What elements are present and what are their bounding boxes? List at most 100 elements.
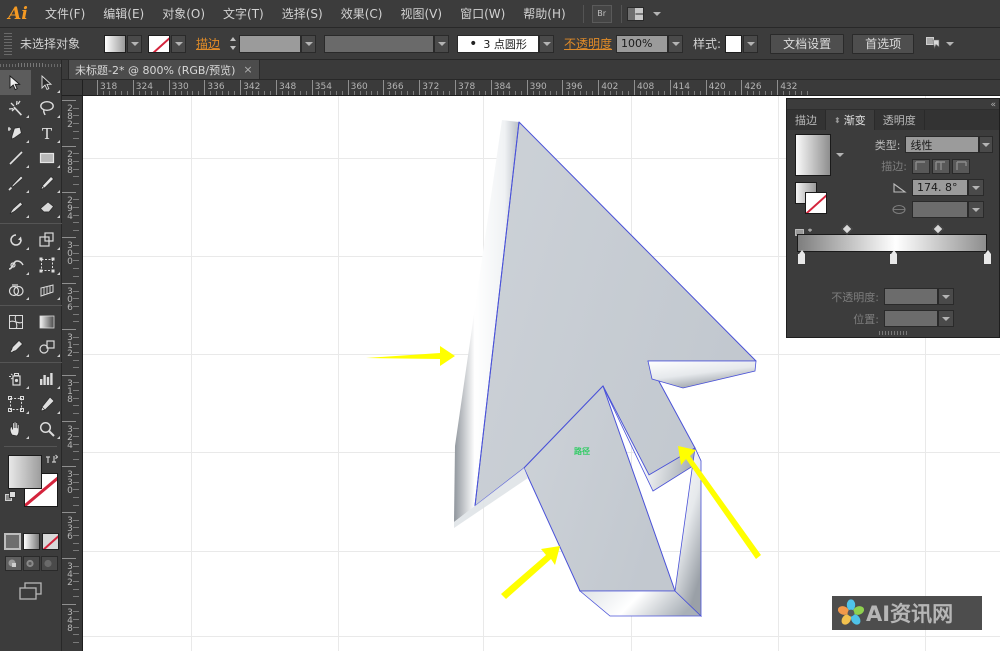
mesh-tool[interactable] [0, 309, 31, 334]
vertical-ruler[interactable]: 282 288 294 300 306 312 318 324 330 336 342 348 [62, 96, 83, 651]
stop-opacity-field[interactable] [884, 288, 938, 305]
arrange-dropdown-caret-icon[interactable] [652, 11, 661, 16]
perspective-grid-tool[interactable] [31, 277, 62, 302]
graphic-style-swatch[interactable] [725, 34, 743, 53]
slice-tool[interactable] [31, 391, 62, 416]
gradient-mode-button[interactable] [22, 533, 40, 550]
free-transform-tool[interactable] [31, 252, 62, 277]
menu-effect[interactable]: 效果(C) [332, 2, 392, 25]
collapse-to-icons-icon[interactable]: « [990, 100, 996, 110]
fill-swatch[interactable] [104, 34, 127, 53]
menu-window[interactable]: 窗口(W) [451, 2, 514, 25]
select-similar-objects-icon[interactable] [926, 35, 942, 52]
none-mode-button[interactable] [41, 533, 59, 550]
brush-definition-field[interactable]: • 3 点圆形 [457, 34, 540, 53]
ruler-corner[interactable] [62, 80, 83, 96]
stroke-swatch[interactable] [148, 34, 171, 53]
menu-type[interactable]: 文字(T) [214, 2, 273, 25]
zoom-tool[interactable] [31, 416, 62, 441]
symbol-sprayer-tool[interactable] [0, 366, 31, 391]
horizontal-ruler[interactable]: 318 324 330 336 342 348 354 360 366 372 378 384 390 3… [83, 80, 1000, 96]
panel-resize-grip[interactable] [787, 331, 999, 335]
full-screen-with-menu-button[interactable] [22, 556, 40, 571]
artboard-tool[interactable] [0, 391, 31, 416]
hand-tool[interactable] [0, 416, 31, 441]
panel-stroke-box[interactable] [805, 192, 827, 214]
selection-tool[interactable] [0, 70, 31, 95]
fill-color-box[interactable] [8, 455, 42, 489]
gradient-type-field[interactable]: 线性 [905, 136, 979, 153]
default-fill-stroke-icon[interactable] [5, 491, 18, 507]
paintbrush-tool[interactable] [0, 170, 31, 195]
arrange-documents-icon[interactable] [626, 5, 646, 23]
normal-screen-mode-button[interactable] [4, 556, 22, 571]
menu-file[interactable]: 文件(F) [36, 2, 94, 25]
pen-tool[interactable] [0, 120, 31, 145]
gradient-angle-dropdown[interactable] [968, 179, 984, 196]
gradient-tool[interactable] [31, 309, 62, 334]
menu-select[interactable]: 选择(S) [273, 2, 332, 25]
gradient-midpoint-2[interactable] [932, 223, 944, 235]
rectangle-tool[interactable] [31, 145, 62, 170]
bridge-icon[interactable]: Br [591, 4, 612, 23]
stroke-weight-stepper[interactable] [228, 35, 238, 53]
width-tool[interactable] [0, 252, 31, 277]
scale-tool[interactable] [31, 227, 62, 252]
control-bar-grip[interactable] [4, 32, 12, 55]
gradient-type-dropdown[interactable] [978, 136, 993, 153]
pencil-tool[interactable] [31, 170, 62, 195]
stroke-weight-label[interactable]: 描边 [196, 35, 220, 52]
fill-swatch-dropdown[interactable] [127, 34, 143, 53]
direct-selection-tool[interactable] [31, 70, 62, 95]
document-tab[interactable]: 未标题-2* @ 800% (RGB/预览) × [68, 59, 260, 79]
stepper-up-icon[interactable] [230, 37, 237, 41]
document-setup-button[interactable]: 文档设置 [770, 33, 845, 54]
stroke-weight-field[interactable] [239, 34, 302, 53]
stroke-swatch-dropdown[interactable] [171, 34, 187, 53]
color-mode-button[interactable] [3, 533, 21, 550]
type-tool[interactable]: T [31, 120, 62, 145]
blend-tool[interactable] [31, 334, 62, 359]
panel-tab-gradient[interactable]: ⬍ 渐变 [826, 110, 875, 130]
blob-brush-tool[interactable] [0, 195, 31, 220]
opacity-dropdown[interactable] [668, 34, 684, 53]
rotate-tool[interactable] [0, 227, 31, 252]
preferences-button[interactable]: 首选项 [852, 33, 915, 54]
stepper-down-icon[interactable] [230, 46, 237, 50]
gradient-preview-dropdown-icon[interactable] [836, 153, 844, 157]
panel-tab-transparency[interactable]: 透明度 [874, 110, 925, 130]
stop-location-dropdown[interactable] [938, 310, 954, 327]
column-graph-tool[interactable] [31, 366, 62, 391]
gradient-slider[interactable] [797, 223, 992, 265]
close-icon[interactable]: × [243, 63, 252, 76]
opacity-label[interactable]: 不透明度 [564, 35, 612, 52]
gradient-stop-1[interactable] [889, 250, 898, 265]
opacity-field[interactable]: 100% [616, 34, 669, 53]
menu-view[interactable]: 视图(V) [391, 2, 451, 25]
stroke-profile-field[interactable] [324, 34, 435, 53]
stop-opacity-dropdown[interactable] [938, 288, 954, 305]
gradient-angle-field[interactable]: 174. 8° [912, 179, 968, 196]
panel-title-bar[interactable]: « [787, 99, 999, 110]
stroke-across-gradient-button[interactable] [952, 158, 970, 174]
stop-location-field[interactable] [884, 310, 938, 327]
select-similar-caret-icon[interactable] [946, 41, 955, 46]
full-screen-button[interactable] [40, 556, 58, 571]
panel-tab-stroke[interactable]: 描边 [787, 110, 826, 130]
swap-fill-stroke-icon[interactable] [45, 453, 59, 469]
lasso-tool[interactable] [31, 95, 62, 120]
tools-panel-grip[interactable] [0, 60, 61, 70]
magic-wand-tool[interactable] [0, 95, 31, 120]
gradient-preview-swatch[interactable] [795, 134, 831, 176]
eraser-tool[interactable] [31, 195, 62, 220]
menu-edit[interactable]: 编辑(E) [94, 2, 153, 25]
brush-definition-dropdown[interactable] [539, 34, 555, 53]
stroke-along-gradient-button[interactable] [932, 158, 950, 174]
stroke-profile-dropdown[interactable] [434, 34, 450, 53]
graphic-style-dropdown[interactable] [743, 34, 759, 53]
menu-object[interactable]: 对象(O) [153, 2, 214, 25]
menu-help[interactable]: 帮助(H) [514, 2, 574, 25]
eyedropper-tool[interactable] [0, 334, 31, 359]
gradient-aspect-field[interactable] [912, 201, 968, 218]
stroke-within-gradient-button[interactable] [912, 158, 930, 174]
